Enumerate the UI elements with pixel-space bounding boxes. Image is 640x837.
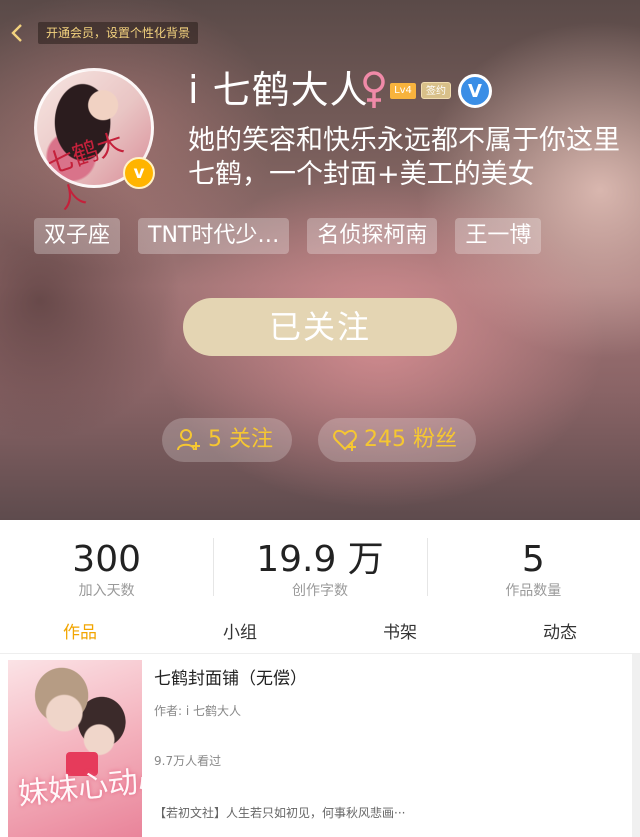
work-views: 9.7万人看过 <box>154 754 222 768</box>
stat-label: 加入天数 <box>78 583 135 599</box>
stat-label: 作品数量 <box>505 583 562 599</box>
stat-join-days: 300 加入天数 <box>0 520 213 612</box>
stat-value: 19.9 万 <box>256 539 384 580</box>
signed-badge: 签约 <box>421 82 451 99</box>
add-user-icon <box>177 429 200 451</box>
follow-button[interactable]: 已关注 <box>183 298 457 356</box>
stats-bar: 300 加入天数 19.9 万 创作字数 5 作品数量 <box>0 520 640 612</box>
heart-plus-icon <box>333 429 357 451</box>
tag-item[interactable]: 名侦探柯南 <box>307 218 438 254</box>
following-count: 5 关注 <box>208 427 273 452</box>
profile-tabs: 作品 小组 书架 动态 <box>0 612 640 654</box>
username: i 七鹤大人 <box>188 68 369 112</box>
avatar[interactable]: 七鹤大人 v <box>34 68 155 216</box>
vip-background-banner[interactable]: 开通会员，设置个性化背景 <box>38 22 199 44</box>
stat-works-count: 5 作品数量 <box>426 520 640 612</box>
tag-item[interactable]: TNT时代少… <box>138 218 290 254</box>
following-button[interactable]: 5 关注 <box>162 418 292 462</box>
work-cover-image[interactable]: 妹妹心动心动 <box>8 660 142 837</box>
work-description: 【若初文社】人生若只如初见，何事秋风悲画··· <box>154 806 406 820</box>
work-title[interactable]: 七鹤封面铺（无偿） <box>154 668 307 690</box>
stat-value: 5 <box>521 539 545 580</box>
v-badge-icon[interactable]: V <box>458 74 492 108</box>
stat-word-count: 19.9 万 创作字数 <box>213 520 426 612</box>
stat-label: 创作字数 <box>291 583 348 599</box>
bio: 她的笑容和快乐永远都不属于你这里七鹤，一个封面+美工的美女 <box>188 125 620 190</box>
stat-value: 300 <box>72 539 142 580</box>
tab-bookshelf[interactable]: 书架 <box>320 612 480 653</box>
female-icon <box>363 71 385 108</box>
work-list-item[interactable]: 妹妹心动心动 七鹤封面铺（无偿） 作者: i 七鹤大人 9.7万人看过 【若初文… <box>0 654 640 837</box>
level-badge: Lv4 <box>390 83 416 99</box>
tab-works[interactable]: 作品 <box>0 612 160 653</box>
tab-activity[interactable]: 动态 <box>480 612 640 653</box>
fans-button[interactable]: 245 粉丝 <box>318 418 476 462</box>
fans-count: 245 粉丝 <box>364 427 457 452</box>
tag-item[interactable]: 王一博 <box>455 218 542 254</box>
tab-groups[interactable]: 小组 <box>160 612 320 653</box>
verified-author-badge-icon: v <box>123 157 155 189</box>
tag-item[interactable]: 双子座 <box>34 218 121 254</box>
chevron-left-icon <box>11 24 22 42</box>
profile-header: 开通会员，设置个性化背景 七鹤大人 v i 七鹤大人 Lv4 签约 V 她的笑容… <box>0 0 640 520</box>
back-button[interactable] <box>6 22 28 44</box>
work-author: 作者: i 七鹤大人 <box>154 704 242 718</box>
tag-list: 双子座 TNT时代少… 名侦探柯南 王一博 <box>34 218 559 254</box>
